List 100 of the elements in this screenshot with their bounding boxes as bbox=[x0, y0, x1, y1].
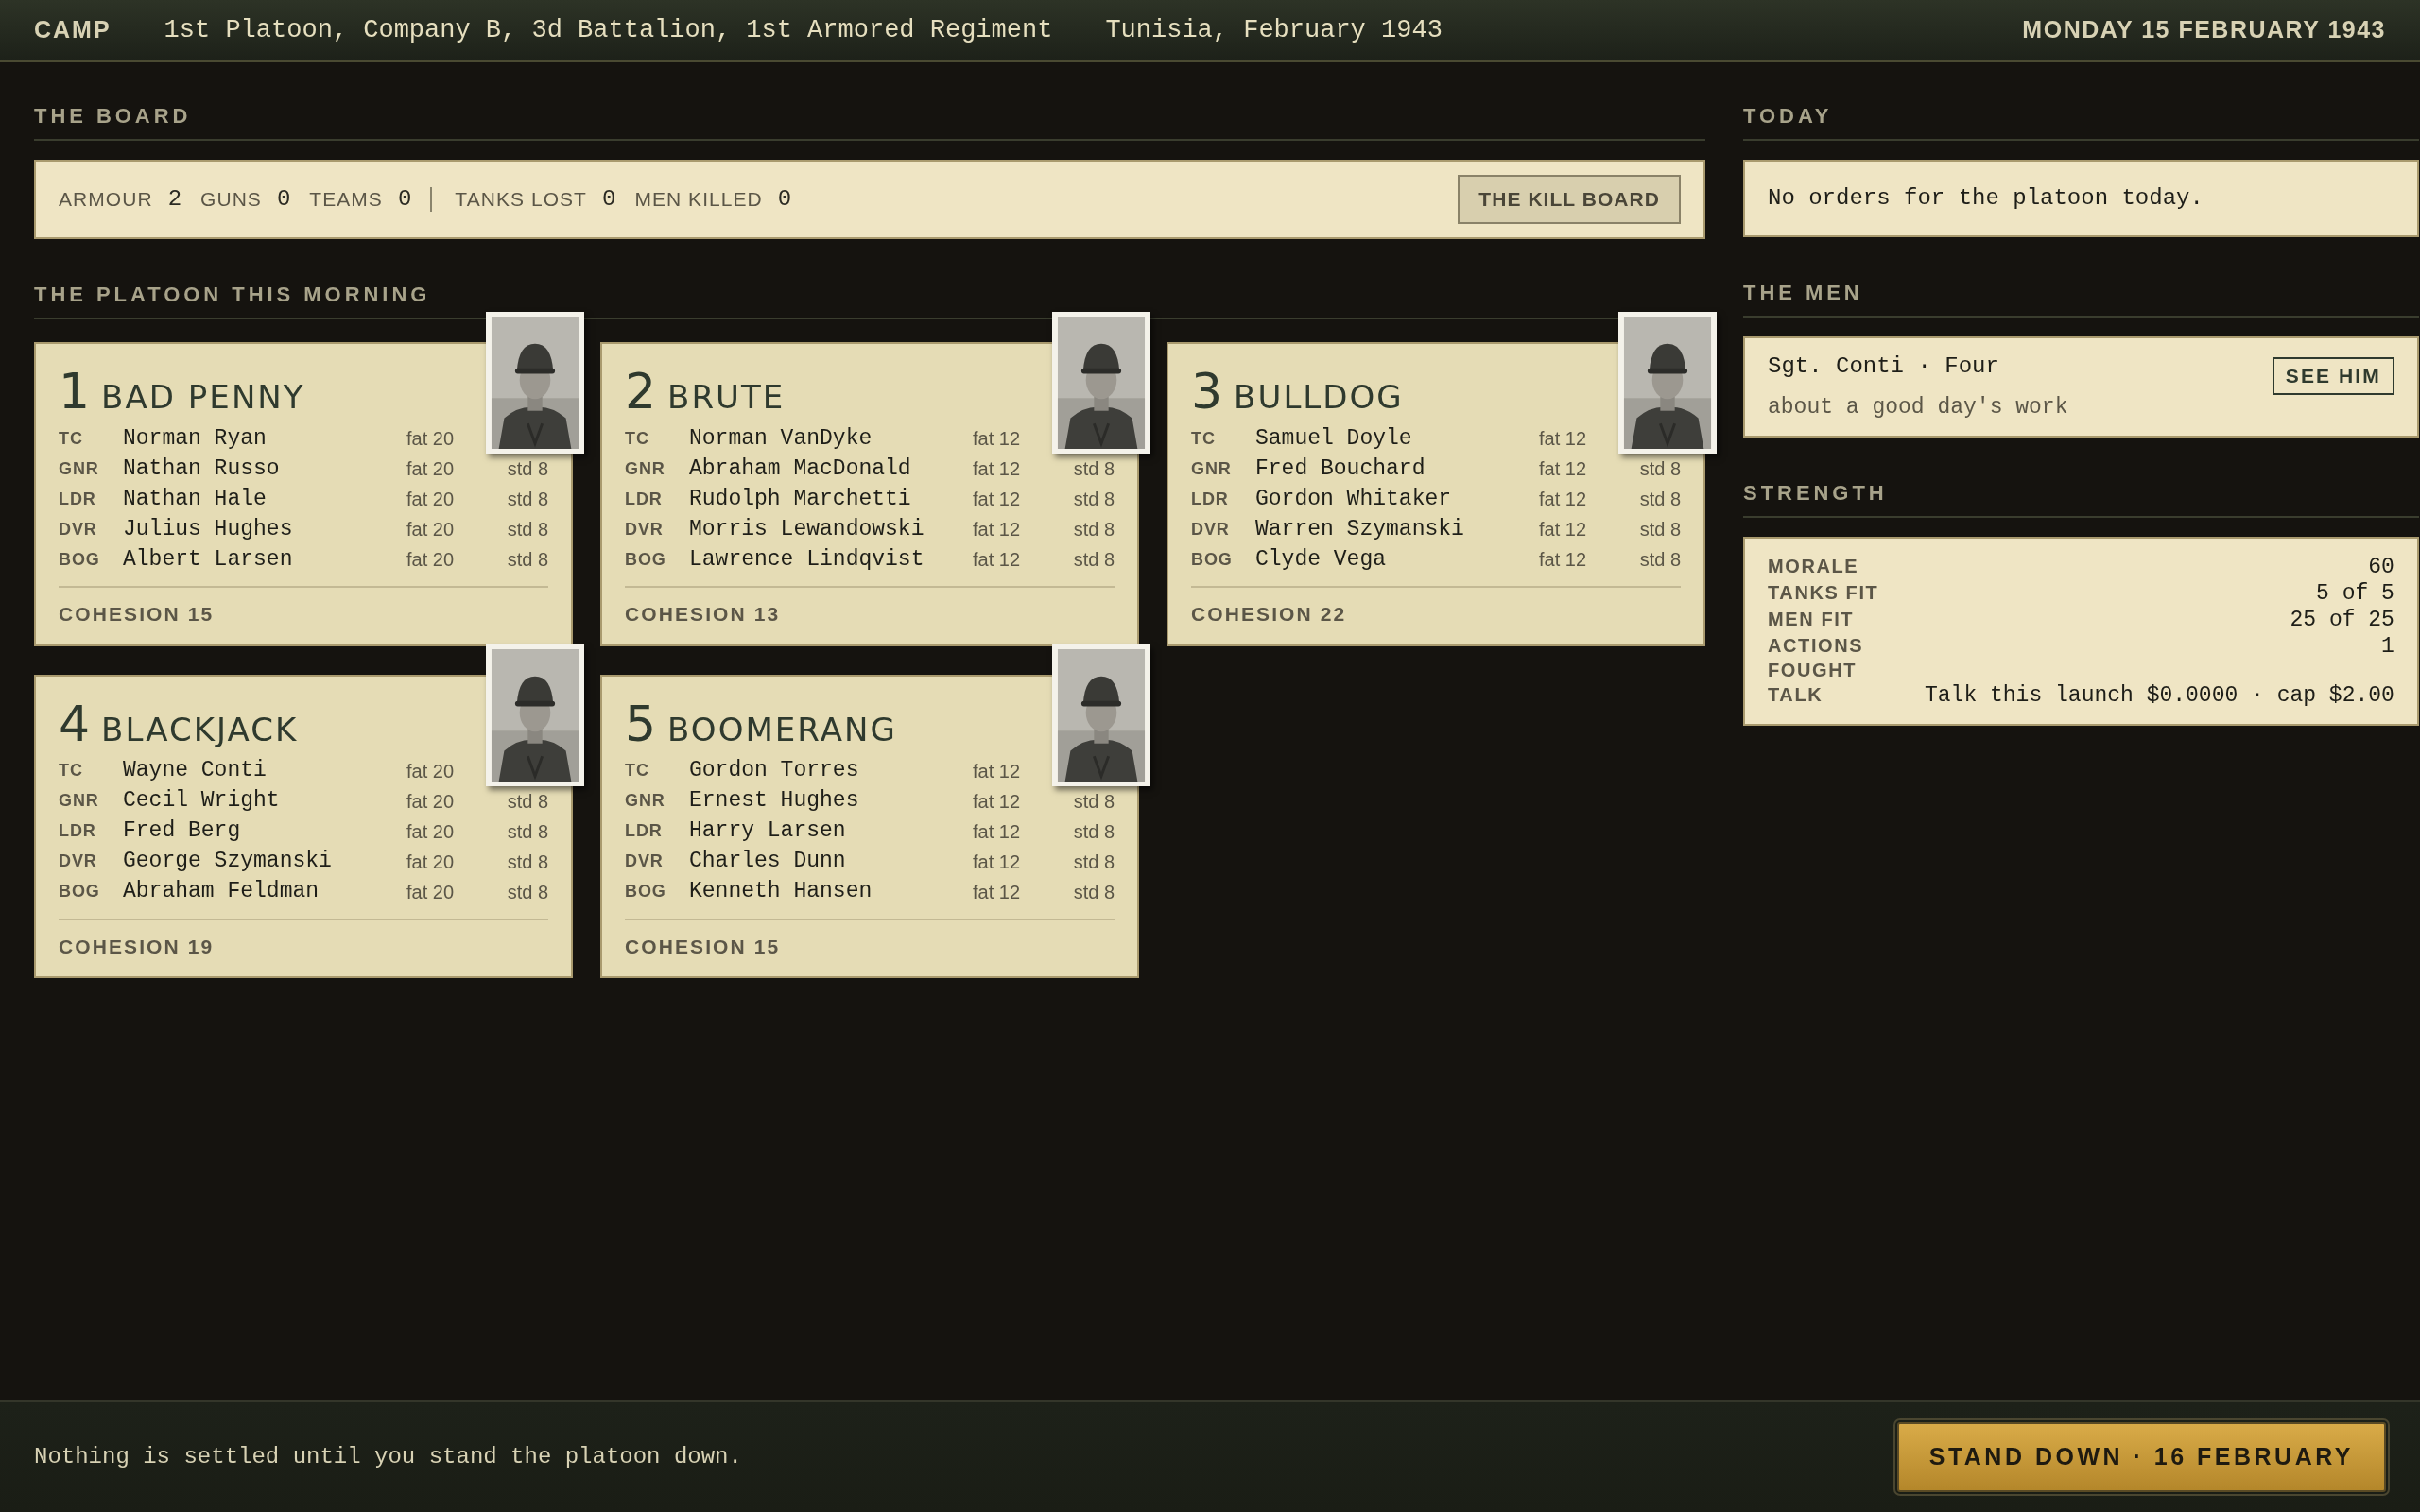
crew-role: GNR bbox=[59, 457, 100, 480]
cohesion-label: COHESION 15 bbox=[625, 935, 781, 957]
steadiness-value: std 8 bbox=[507, 458, 548, 479]
stat-label: TEAMS bbox=[309, 187, 383, 213]
crew-name: Rudolph Marchetti bbox=[689, 485, 912, 513]
fatigue-value: fat 20 bbox=[406, 457, 456, 481]
fatigue-value: fat 20 bbox=[406, 789, 456, 814]
steadiness-value: std 8 bbox=[507, 549, 548, 570]
crew-name: Lawrence Lindqvist bbox=[689, 545, 925, 574]
crew-role: TC bbox=[625, 427, 650, 450]
section-heading: TODAY bbox=[1743, 104, 1833, 128]
strength-value: 5 of 5 bbox=[2316, 579, 2394, 607]
cohesion-label: COHESION 22 bbox=[1191, 603, 1347, 625]
fatigue-value: fat 12 bbox=[1539, 488, 1588, 511]
crew-name: Ernest Hughes bbox=[689, 787, 860, 816]
tank-number: 1 bbox=[59, 367, 91, 416]
crew-role: LDR bbox=[59, 820, 97, 842]
unit-name: 1st Platoon, Company B, 3d Battalion, 1st Armored Regiment bbox=[164, 14, 1053, 46]
kill-board-button[interactable]: THE KILL BOARD bbox=[1458, 175, 1681, 224]
fatigue-value: fat 12 bbox=[1539, 427, 1588, 451]
fatigue-value: fat 20 bbox=[406, 518, 456, 541]
crew-name: Morris Lewandowski bbox=[689, 515, 925, 543]
fatigue-value: fat 12 bbox=[973, 427, 1022, 451]
stat-value: 0 bbox=[276, 185, 291, 214]
crew-role: LDR bbox=[59, 488, 97, 510]
crew-name: Albert Larsen bbox=[123, 545, 294, 574]
crew-name: Harry Larsen bbox=[689, 817, 847, 846]
stat-label: ARMOUR bbox=[59, 187, 153, 213]
fatigue-value: fat 12 bbox=[973, 518, 1022, 541]
fatigue-value: fat 20 bbox=[406, 850, 456, 874]
steadiness-value: std 8 bbox=[1639, 519, 1681, 540]
cohesion-label: COHESION 19 bbox=[59, 935, 215, 957]
crew-role: LDR bbox=[625, 820, 664, 842]
strength-label: MEN FIT bbox=[1768, 607, 1856, 631]
fatigue-value: fat 12 bbox=[1539, 518, 1588, 541]
strength-label: MORALE bbox=[1768, 554, 1860, 578]
footer-text: Nothing is settled until you stand the platoon down. bbox=[34, 1443, 742, 1471]
current-date: MONDAY 15 FEBRUARY 1943 bbox=[2022, 15, 2386, 45]
fatigue-value: fat 12 bbox=[973, 457, 1022, 481]
stat-divider bbox=[430, 187, 433, 212]
crew-name: Fred Berg bbox=[123, 817, 242, 846]
stat-value: 0 bbox=[777, 185, 792, 214]
crew-role: TC bbox=[625, 760, 650, 782]
section-heading: STRENGTH bbox=[1743, 480, 1888, 505]
steadiness-value: std 8 bbox=[1073, 790, 1115, 812]
crew-role: DVR bbox=[59, 518, 98, 541]
tank-name: BAD PENNY bbox=[101, 381, 305, 413]
stat-label: TANKS LOST bbox=[455, 187, 587, 213]
see-him-button[interactable]: SEE HIM bbox=[2272, 357, 2394, 395]
steadiness-value: std 8 bbox=[1073, 458, 1115, 479]
crew-name: Cecil Wright bbox=[123, 787, 281, 816]
fatigue-value: fat 12 bbox=[973, 548, 1022, 572]
steadiness-value: std 8 bbox=[1639, 458, 1681, 479]
crew-role: GNR bbox=[1191, 457, 1233, 480]
section-title: CAMP bbox=[34, 15, 112, 45]
strength-label: TANKS FIT bbox=[1768, 580, 1880, 605]
crew-name: Norman Ryan bbox=[123, 424, 268, 453]
crew-name: Abraham MacDonald bbox=[689, 455, 912, 483]
crew-name: Warren Szymanski bbox=[1255, 515, 1465, 543]
orders-text: No orders for the platoon today. bbox=[1768, 184, 2204, 213]
strength-value: 25 of 25 bbox=[2290, 606, 2394, 633]
crew-name: Julius Hughes bbox=[123, 515, 294, 543]
steadiness-value: std 8 bbox=[1073, 519, 1115, 540]
fatigue-value: fat 12 bbox=[973, 819, 1022, 844]
steadiness-value: std 8 bbox=[507, 519, 548, 540]
crew-role: BOG bbox=[1191, 548, 1234, 571]
tank-number: 5 bbox=[625, 698, 657, 748]
place-date: Tunisia, February 1943 bbox=[1105, 14, 1443, 46]
crew-role: TC bbox=[59, 760, 84, 782]
tank-number: 2 bbox=[625, 367, 657, 416]
crew-name: Wayne Conti bbox=[123, 757, 268, 785]
strength-label: TALK bbox=[1768, 682, 1824, 707]
crew-name: Kenneth Hansen bbox=[689, 878, 873, 906]
steadiness-value: std 8 bbox=[1073, 820, 1115, 842]
fatigue-value: fat 12 bbox=[1539, 457, 1588, 481]
tank-number: 4 bbox=[59, 698, 91, 748]
crew-name: Clyde Vega bbox=[1255, 545, 1388, 574]
crew-role: DVR bbox=[1191, 518, 1231, 541]
crew-role: GNR bbox=[59, 790, 100, 812]
steadiness-value: std 8 bbox=[1639, 549, 1681, 570]
crew-name: Gordon Whitaker bbox=[1255, 485, 1453, 513]
crew-role: BOG bbox=[625, 881, 667, 902]
strength-value: Talk this launch $0.0000 · cap $2.00 bbox=[1925, 681, 2394, 709]
section-heading: THE PLATOON THIS MORNING bbox=[34, 283, 431, 306]
strength-label: ACTIONS FOUGHT bbox=[1768, 633, 1865, 682]
crew-role: LDR bbox=[1191, 488, 1230, 510]
fatigue-value: fat 20 bbox=[406, 427, 456, 451]
crew-name: Charles Dunn bbox=[689, 848, 847, 876]
crew-role: GNR bbox=[625, 790, 666, 812]
stat-label: MEN KILLED bbox=[634, 187, 763, 213]
fatigue-value: fat 12 bbox=[973, 850, 1022, 874]
stat-value: 0 bbox=[601, 185, 616, 214]
fatigue-value: fat 20 bbox=[406, 819, 456, 844]
strength-value: 60 bbox=[2368, 553, 2394, 580]
crew-name: Samuel Doyle bbox=[1255, 424, 1413, 453]
steadiness-value: std 8 bbox=[1073, 850, 1115, 872]
man-note: about a good day's work bbox=[1768, 394, 2069, 421]
crew-name: Fred Bouchard bbox=[1255, 455, 1426, 483]
crew-name: Nathan Hale bbox=[123, 485, 268, 513]
tank-name: BOOMERANG bbox=[667, 713, 897, 746]
